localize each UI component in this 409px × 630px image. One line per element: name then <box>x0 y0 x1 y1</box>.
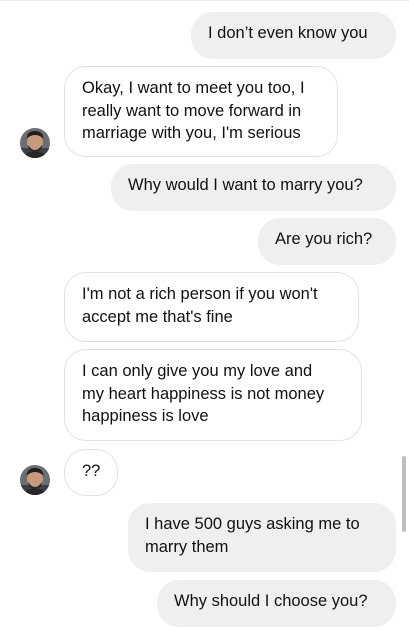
top-divider <box>0 0 409 1</box>
message-received[interactable]: I'm not a rich person if you won't accep… <box>64 272 359 342</box>
contact-avatar[interactable] <box>20 128 50 158</box>
message-sent[interactable]: Why should I choose you? <box>157 580 396 627</box>
message-received[interactable]: Okay, I want to meet you too, I really w… <box>64 66 338 157</box>
message-sent[interactable]: Why would I want to marry you? <box>111 164 396 211</box>
message-received[interactable]: I can only give you my love and my heart… <box>64 349 362 441</box>
avatar-icon <box>20 128 50 158</box>
message-sent[interactable]: Are you rich? <box>258 218 396 265</box>
contact-avatar[interactable] <box>20 465 50 495</box>
message-received[interactable]: ?? <box>64 449 118 496</box>
avatar-icon <box>20 465 50 495</box>
scrollbar[interactable] <box>402 456 406 532</box>
message-sent[interactable]: I don’t even know you <box>191 12 396 59</box>
message-sent[interactable]: I have 500 guys asking me to marry them <box>128 503 396 572</box>
